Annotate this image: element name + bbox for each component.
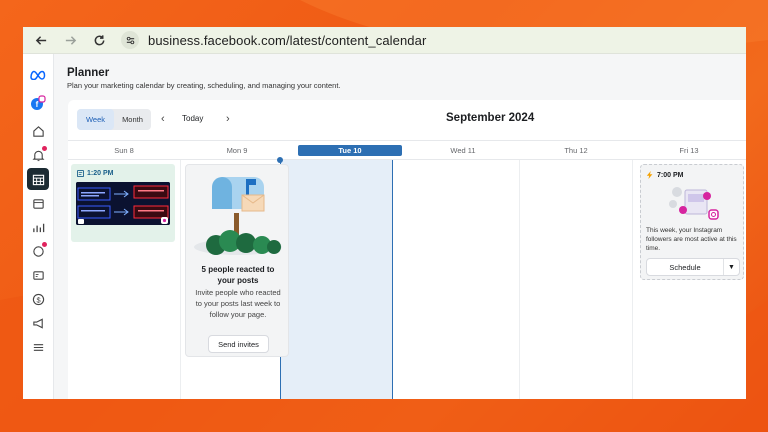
schedule-label[interactable]: Schedule <box>647 263 723 272</box>
reaction-body: Invite people who reacted to your posts … <box>195 288 281 319</box>
reload-icon[interactable] <box>89 30 109 50</box>
month-title: September 2024 <box>446 112 535 124</box>
messages-dot <box>42 242 47 247</box>
insights-icon[interactable] <box>27 216 49 238</box>
day-column[interactable] <box>520 160 633 399</box>
back-icon[interactable] <box>31 30 51 50</box>
megaphone-icon[interactable] <box>27 312 49 334</box>
post-type-icon <box>77 170 84 177</box>
messages-icon[interactable] <box>27 240 49 262</box>
ads-icon[interactable] <box>27 264 49 286</box>
calendar-toolbar: Week Month ‹ Today › September 2024 <box>68 100 746 140</box>
day-column-today[interactable] <box>280 160 393 399</box>
day-header: Fri 13 <box>679 146 699 155</box>
schedule-button[interactable]: Schedule ▼ <box>646 258 740 276</box>
post-time-label: 1:20 PM <box>87 170 114 177</box>
day-header: Wed 11 <box>450 146 476 155</box>
day-header: Sun 8 <box>114 146 134 155</box>
post-time: 1:20 PM <box>77 170 113 177</box>
address-bar: business.facebook.com/latest/content_cal… <box>23 27 746 54</box>
site-settings-icon[interactable] <box>121 31 139 49</box>
view-switcher: Week Month <box>77 109 151 130</box>
today-button[interactable]: Today <box>182 114 203 123</box>
planner-main: Planner Plan your marketing calendar by … <box>54 54 746 399</box>
best-time-label: 7:00 PM <box>657 171 684 179</box>
day-column[interactable] <box>407 160 520 399</box>
home-icon[interactable] <box>27 120 49 142</box>
current-time-dot <box>277 157 283 163</box>
calendar-icon[interactable] <box>27 168 49 190</box>
url-text[interactable]: business.facebook.com/latest/content_cal… <box>148 33 426 48</box>
page-title: Planner <box>67 67 110 79</box>
scheduled-post-card[interactable]: 1:20 PM <box>71 164 175 242</box>
reaction-insight-card: 5 people reacted to your posts Invite pe… <box>185 164 289 357</box>
page-subtitle: Plan your marketing calendar by creating… <box>67 81 341 90</box>
chevron-down-icon[interactable]: ▼ <box>723 259 739 275</box>
forward-icon[interactable] <box>60 30 80 50</box>
best-time-card: 7:00 PM This week, your Instagram follow… <box>640 164 744 280</box>
profile-icon[interactable]: f <box>27 92 49 114</box>
instagram-illustration <box>669 187 719 220</box>
day-header-row: Sun 8 Mon 9 Tue 10 Wed 11 Thu 12 Fri 13 <box>68 140 746 160</box>
menu-icon[interactable] <box>27 336 49 358</box>
mailbox-illustration <box>194 177 282 255</box>
browser-window: business.facebook.com/latest/content_cal… <box>23 27 746 399</box>
reaction-title: 5 people reacted to your posts <box>201 265 275 285</box>
week-view-button[interactable]: Week <box>77 109 114 130</box>
best-time: 7:00 PM <box>646 171 683 179</box>
post-thumbnail <box>76 182 170 225</box>
month-view-button[interactable]: Month <box>114 109 151 130</box>
monetization-icon[interactable]: $ <box>27 288 49 310</box>
lightning-icon <box>646 171 653 179</box>
chevron-right-icon[interactable]: › <box>226 113 230 125</box>
notification-dot <box>42 146 47 151</box>
send-invites-button[interactable]: Send invites <box>208 335 269 353</box>
chevron-left-icon[interactable]: ‹ <box>161 113 165 125</box>
svg-text:f: f <box>36 100 39 109</box>
day-header: Thu 12 <box>564 146 588 155</box>
calendar: Week Month ‹ Today › September 2024 Sun … <box>68 100 746 399</box>
left-nav-rail: f $ <box>23 54 54 399</box>
content-icon[interactable] <box>27 192 49 214</box>
svg-text:$: $ <box>36 295 40 304</box>
day-header-today[interactable]: Tue 10 <box>298 145 402 156</box>
day-header: Mon 9 <box>226 146 248 155</box>
best-time-text: This week, your Instagram followers are … <box>646 227 737 252</box>
notifications-icon[interactable] <box>27 144 49 166</box>
meta-logo-icon[interactable] <box>27 64 49 86</box>
